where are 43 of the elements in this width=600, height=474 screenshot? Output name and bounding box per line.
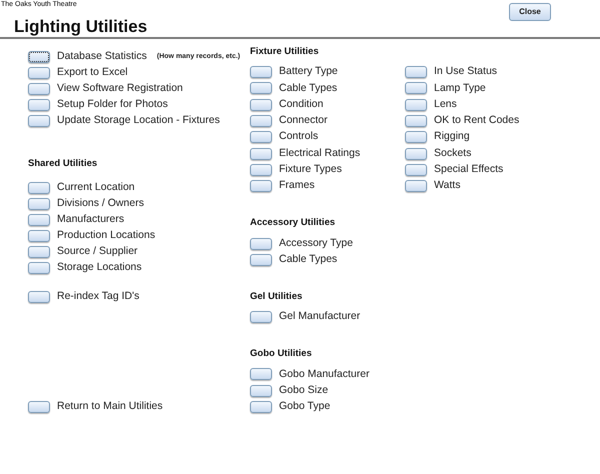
utility-label: Connector [279,113,328,128]
utility-label: In Use Status [434,64,498,80]
utility-label: Divisions / Owners [57,196,144,212]
utility-label: Controls [279,129,318,144]
section-title: Shared Utilities [28,157,98,171]
utility-label: Database Statistics [57,49,147,64]
utility-label: Update Storage Location - Fixtures [57,113,220,128]
utility-label: Gel Manufacturer [279,309,360,324]
utility-label: Watts [434,178,460,194]
section-title: Gobo Utilities [250,347,313,362]
utility-label: Storage Locations [57,260,142,276]
utility-label: Rigging [434,129,470,144]
utility-label: Electrical Ratings [279,146,360,161]
utility-label: Gobo Type [279,399,330,414]
section-title: Accessory Utilities [250,216,336,230]
utility-label: Setup Folder for Photos [57,97,168,112]
utility-label: Sockets [434,146,472,161]
utility-label: Manufacturers [57,212,124,228]
utility-label: Production Locations [57,228,156,244]
utility-label: Export to Excel [57,65,128,80]
utility-button[interactable] [28,51,50,63]
utility-label: Lamp Type [434,80,486,96]
utility-label: Cable Types [279,80,338,96]
section-title: Gel Utilities [250,290,304,304]
utility-label: Gobo Manufacturer [279,366,370,382]
utility-label: View Software Registration [57,81,183,96]
utility-label: Fixture Types [279,162,342,178]
utility-label: Re-index Tag ID's [57,289,140,304]
utility-label: Accessory Type [279,236,353,251]
utility-label: Frames [279,178,315,194]
utility-label: Condition [279,96,324,112]
close-button[interactable]: Close [509,3,551,21]
utility-label: Lens [434,96,457,112]
utility-label: Special Effects [434,162,504,178]
section-title: Fixture Utilities [250,45,320,59]
utility-label: Current Location [57,180,135,196]
utility-label: OK to Rent Codes [434,113,520,128]
page-title: Lighting Utilities [14,17,148,37]
utility-label: Gobo Size [279,382,328,398]
utility-label: Return to Main Utilities [57,399,163,414]
utility-label: Source / Supplier [57,244,138,260]
utility-label: Battery Type [279,64,338,80]
utility-label: Cable Types [279,252,338,267]
